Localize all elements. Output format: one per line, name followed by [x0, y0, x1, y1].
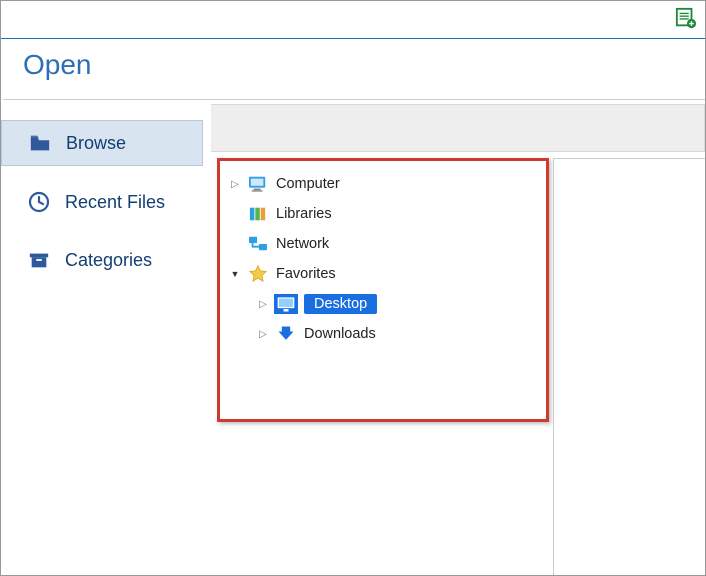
page-title: Open: [1, 39, 705, 99]
chevron-right-icon[interactable]: ▷: [258, 329, 268, 340]
computer-icon: [246, 174, 270, 194]
open-dialog: Open Browse Recent Files Categories: [0, 0, 706, 576]
page-options-icon[interactable]: [675, 7, 697, 29]
file-list-pane: [553, 158, 705, 576]
folder-tree: ▷ Computer Libraries: [217, 158, 549, 422]
body: Browse Recent Files Categories: [1, 100, 705, 576]
chevron-down-icon[interactable]: ▼: [230, 269, 240, 279]
tree-item-desktop[interactable]: ▷ Desktop: [224, 289, 542, 319]
top-bar: [1, 1, 705, 39]
sidebar-item-recent-files[interactable]: Recent Files: [5, 180, 203, 224]
desktop-icon: [274, 294, 298, 314]
star-icon: [246, 264, 270, 284]
tree-item-label: Downloads: [304, 326, 376, 342]
chevron-right-icon[interactable]: ▷: [230, 179, 240, 190]
chevron-right-icon[interactable]: ▷: [258, 299, 268, 310]
download-icon: [274, 324, 298, 344]
archive-icon: [27, 248, 51, 272]
tree-item-label: Libraries: [276, 206, 332, 222]
tree-item-label: Network: [276, 236, 329, 252]
sidebar-item-label: Categories: [65, 250, 152, 271]
tree-item-favorites[interactable]: ▼ Favorites: [224, 259, 542, 289]
sidebar-item-label: Browse: [66, 133, 126, 154]
folder-icon: [28, 131, 52, 155]
tree-item-computer[interactable]: ▷ Computer: [224, 169, 542, 199]
sidebar-item-browse[interactable]: Browse: [1, 120, 203, 166]
tree-item-label: Favorites: [276, 266, 336, 282]
path-toolbar: [211, 104, 705, 152]
main-area: ▷ Computer Libraries: [211, 100, 705, 576]
network-icon: [246, 234, 270, 254]
libraries-icon: [246, 204, 270, 224]
sidebar: Browse Recent Files Categories: [1, 100, 211, 576]
sidebar-item-label: Recent Files: [65, 192, 165, 213]
tree-item-label: Desktop: [304, 294, 377, 314]
tree-item-network[interactable]: Network: [224, 229, 542, 259]
tree-item-label: Computer: [276, 176, 340, 192]
clock-icon: [27, 190, 51, 214]
tree-item-downloads[interactable]: ▷ Downloads: [224, 319, 542, 349]
tree-item-libraries[interactable]: Libraries: [224, 199, 542, 229]
sidebar-item-categories[interactable]: Categories: [5, 238, 203, 282]
